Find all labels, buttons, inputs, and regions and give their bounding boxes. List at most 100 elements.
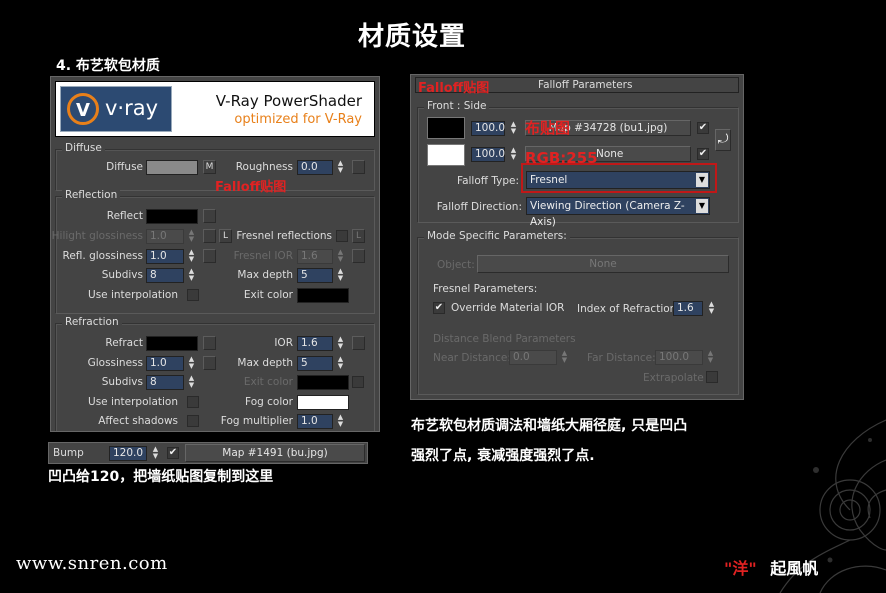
refl-gloss-map-button[interactable] — [203, 249, 216, 263]
refl-exit-color-swatch[interactable] — [297, 288, 349, 303]
bump-amount-input[interactable]: 120.0 — [109, 446, 147, 461]
far-distance-spinner[interactable]: ▲ ▼ — [706, 350, 715, 365]
falloff-type-select[interactable]: Fresnel ▼ — [526, 171, 710, 189]
falloff-rollout-bar[interactable]: Falloff贴图 Falloff Parameters — [415, 77, 739, 96]
refr-glossiness-input[interactable]: 1.0 — [146, 356, 184, 371]
refr-subdivs-label: Subdivs — [101, 376, 143, 388]
website-link[interactable]: www.snren.com — [16, 553, 168, 574]
chevron-down-icon: ▼ — [696, 199, 708, 213]
diffuse-color-swatch[interactable] — [146, 160, 198, 175]
roughness-spinner[interactable]: ▲ ▼ — [336, 160, 345, 175]
roughness-input[interactable]: 0.0 — [297, 160, 333, 175]
front-map-annotation: 布贴图 — [525, 119, 571, 137]
refl-subdivs-spinner[interactable]: ▲ ▼ — [187, 268, 196, 283]
falloff-direction-label: Falloff Direction: — [436, 201, 522, 213]
roughness-map-button[interactable] — [352, 160, 365, 174]
bump-map-checkbox[interactable]: ✔ — [167, 447, 179, 459]
refr-exit-color-swatch[interactable] — [297, 375, 349, 390]
refr-subdivs-spinner[interactable]: ▲ ▼ — [187, 375, 196, 390]
side-map-checkbox[interactable]: ✔ — [697, 148, 709, 160]
refract-color-swatch[interactable] — [146, 336, 198, 351]
reflect-color-swatch[interactable] — [146, 209, 198, 224]
refl-exit-color-label: Exit color — [243, 289, 293, 301]
refr-interpolation-label: Use interpolation — [88, 396, 178, 408]
index-refraction-spinner[interactable]: ▲ ▼ — [707, 301, 716, 316]
refr-exit-color-label: Exit color — [243, 376, 293, 388]
side-amount-input[interactable]: 100.0 — [471, 147, 505, 162]
refl-glossiness-input[interactable]: 1.0 — [146, 249, 184, 264]
fresnel-reflections-label: Fresnel reflections — [236, 230, 332, 242]
refr-glossiness-spinner[interactable]: ▲ ▼ — [187, 356, 196, 371]
refl-max-depth-input[interactable]: 5 — [297, 268, 333, 283]
fresnel-lock-button[interactable]: L — [352, 229, 365, 243]
fresnel-ior-spinner[interactable]: ▲ ▼ — [336, 249, 345, 264]
refr-max-depth-input[interactable]: 5 — [297, 356, 333, 371]
front-amount-input[interactable]: 100.0 — [471, 121, 505, 136]
fog-multiplier-label: Fog multiplier — [220, 415, 293, 427]
refl-glossiness-label: Refl. glossiness — [62, 250, 144, 262]
fog-color-swatch[interactable] — [297, 395, 349, 410]
refr-interpolation-checkbox[interactable] — [187, 396, 199, 408]
hilight-map-button[interactable] — [203, 229, 216, 243]
fresnel-ior-map-button[interactable] — [352, 249, 365, 263]
swap-colors-icon[interactable]: ⤾ — [715, 129, 731, 151]
hilight-glossiness-input[interactable]: 1.0 — [146, 229, 184, 244]
bump-caption: 凹凸给120，把墙纸贴图复制到这里 — [48, 469, 274, 485]
bump-amount-spinner[interactable]: ▲ ▼ — [151, 446, 160, 461]
affect-shadows-checkbox[interactable] — [187, 415, 199, 427]
front-color-swatch[interactable] — [427, 117, 465, 139]
index-refraction-input[interactable]: 1.6 — [673, 301, 703, 316]
front-amount-spinner[interactable]: ▲ ▼ — [509, 121, 518, 136]
refl-subdivs-label: Subdivs — [101, 269, 143, 281]
refl-glossiness-spinner[interactable]: ▲ ▼ — [187, 249, 196, 264]
page-title: 材质设置 — [357, 22, 466, 52]
refr-max-depth-spinner[interactable]: ▲ ▼ — [336, 356, 345, 371]
hilight-glossiness-spinner[interactable]: ▲ ▼ — [187, 229, 196, 244]
near-distance-spinner[interactable]: ▲ ▼ — [560, 350, 569, 365]
affect-shadows-label: Affect shadows — [98, 415, 178, 427]
bump-map-button[interactable]: Map #1491 (bu.jpg) — [185, 444, 365, 462]
reflect-map-button[interactable] — [203, 209, 216, 223]
side-color-swatch[interactable] — [427, 144, 465, 166]
front-map-checkbox[interactable]: ✔ — [697, 122, 709, 134]
description-line-1: 布艺软包材质调法和墙纸大厢径庭, 只是凹凸 — [411, 418, 688, 434]
refr-subdivs-input[interactable]: 8 — [146, 375, 184, 390]
fresnel-ior-input[interactable]: 1.6 — [297, 249, 333, 264]
diffuse-map-button[interactable]: M — [203, 160, 216, 174]
near-distance-label: Near Distance: — [433, 352, 511, 364]
refl-interpolation-checkbox[interactable] — [187, 289, 199, 301]
object-pick-button[interactable]: None — [477, 255, 729, 273]
refract-map-button[interactable] — [203, 336, 216, 350]
hilight-lock-button[interactable]: L — [219, 229, 232, 243]
bump-row: Bump 120.0 ▲ ▼ ✔ Map #1491 (bu.jpg) — [48, 442, 368, 464]
side-map-label: None — [596, 148, 624, 160]
diffuse-falloff-annotation: Falloff贴图 — [215, 180, 287, 195]
refr-exit-color-checkbox[interactable] — [352, 376, 364, 388]
fresnel-params-label: Fresnel Parameters: — [433, 283, 538, 295]
fresnel-reflections-checkbox[interactable] — [336, 230, 348, 242]
refl-subdivs-input[interactable]: 8 — [146, 268, 184, 283]
vray-logo-icon: V — [67, 93, 99, 125]
falloff-panel: Falloff贴图 Falloff Parameters Front : Sid… — [410, 74, 744, 400]
refr-gloss-map-button[interactable] — [203, 356, 216, 370]
side-amount-spinner[interactable]: ▲ ▼ — [509, 147, 518, 162]
falloff-direction-value: Viewing Direction (Camera Z-Axis) — [530, 200, 685, 228]
object-label: Object: — [437, 259, 475, 271]
refr-glossiness-label: Glossiness — [87, 357, 143, 369]
ior-spinner[interactable]: ▲ ▼ — [336, 336, 345, 351]
extrapolate-checkbox[interactable] — [706, 371, 718, 383]
bump-label: Bump — [53, 447, 84, 459]
vray-subheading: optimized for V-Ray — [234, 112, 362, 127]
far-distance-input[interactable]: 100.0 — [655, 350, 703, 365]
distance-blend-label: Distance Blend Parameters — [433, 333, 576, 345]
far-distance-label: Far Distance: — [587, 352, 656, 364]
ior-input[interactable]: 1.6 — [297, 336, 333, 351]
ior-map-button[interactable] — [352, 336, 365, 350]
near-distance-input[interactable]: 0.0 — [509, 350, 557, 365]
falloff-direction-select[interactable]: Viewing Direction (Camera Z-Axis) ▼ — [526, 197, 710, 228]
fog-multiplier-spinner[interactable]: ▲ ▼ — [336, 414, 345, 429]
override-ior-checkbox[interactable]: ✔ — [433, 302, 445, 314]
diffuse-group-title: Diffuse — [62, 142, 105, 154]
fog-multiplier-input[interactable]: 1.0 — [297, 414, 333, 429]
refl-max-depth-spinner[interactable]: ▲ ▼ — [336, 268, 345, 283]
